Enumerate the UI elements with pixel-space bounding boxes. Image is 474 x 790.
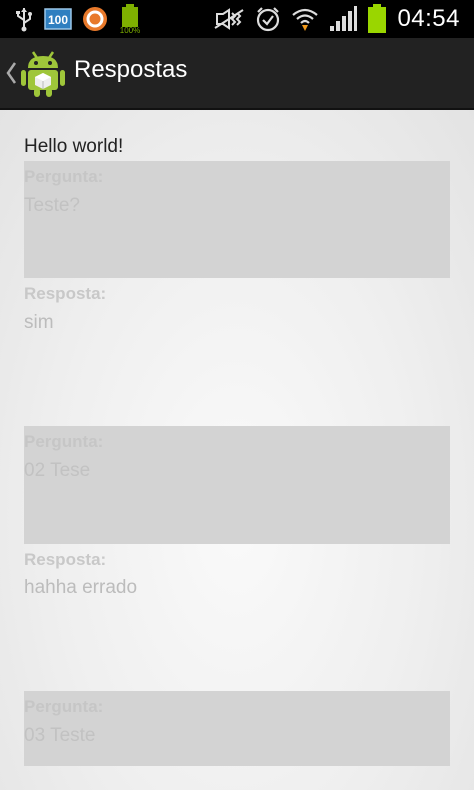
action-bar-title: Respostas xyxy=(74,56,188,83)
signal-icon xyxy=(329,6,358,32)
battery-small-icon: 100% xyxy=(118,4,142,34)
sync-app-icon xyxy=(82,6,108,32)
status-bar-left: 100 100% xyxy=(14,4,142,34)
question-text: 03 Teste xyxy=(24,725,96,746)
answer-label: Resposta: xyxy=(24,284,107,303)
status-time: 04:54 xyxy=(397,5,460,32)
mute-icon xyxy=(213,8,245,30)
battery-small-label: 100% xyxy=(120,26,140,34)
question-box: Pergunta: 02 Tese xyxy=(24,426,450,544)
answer-text: sim xyxy=(24,312,54,333)
answer-label: Resposta: xyxy=(24,550,107,569)
question-text: Teste? xyxy=(24,195,80,216)
usb-icon xyxy=(14,6,34,32)
battery-icon xyxy=(367,4,387,34)
question-text: 02 Tese xyxy=(24,460,91,481)
answer-text: hahha errado xyxy=(24,577,138,598)
wifi-icon xyxy=(291,6,319,32)
notification-100-icon: 100 xyxy=(44,8,72,30)
question-label: Pergunta: xyxy=(24,432,104,451)
question-box: Pergunta: 03 Teste xyxy=(24,691,450,766)
question-label: Pergunta: xyxy=(24,167,104,186)
up-chevron-icon[interactable] xyxy=(4,60,18,86)
hello-text: Hello world! xyxy=(24,136,124,157)
action-bar: Respostas xyxy=(0,38,474,110)
question-label: Pergunta: xyxy=(24,697,104,716)
question-box: Pergunta: Teste? xyxy=(24,161,450,278)
status-bar: 100 100% 04:54 xyxy=(0,0,474,38)
alarm-icon xyxy=(255,6,281,32)
android-icon[interactable] xyxy=(20,48,66,98)
content-area: Hello world! Pergunta: Teste? Resposta: … xyxy=(0,110,474,790)
notification-100-label: 100 xyxy=(48,13,68,27)
status-bar-right: 04:54 xyxy=(213,4,460,34)
